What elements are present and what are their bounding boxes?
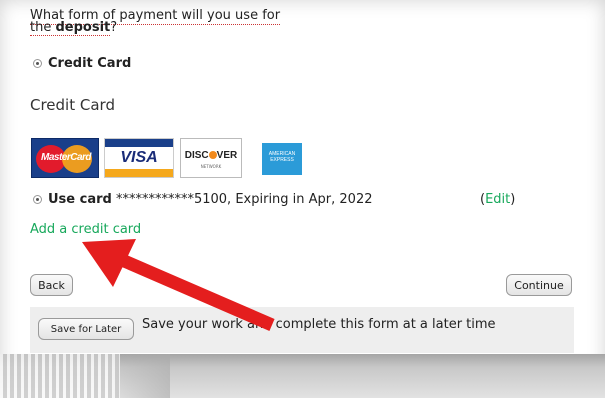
payment-form-page: What form of payment will you use for th… — [0, 0, 605, 398]
red-arrow-annotation — [82, 239, 275, 331]
